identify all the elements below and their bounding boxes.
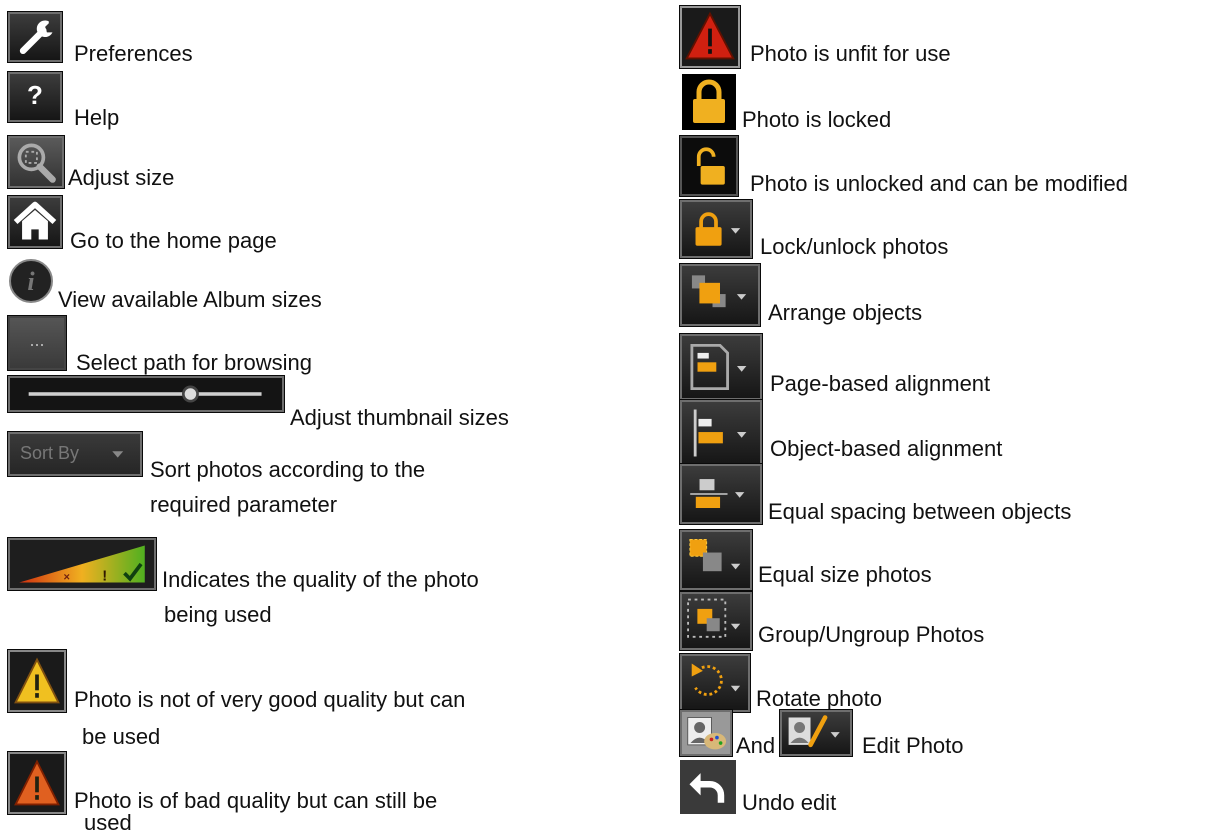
adjust-size-label: Adjust size — [68, 165, 175, 190]
group-button[interactable] — [679, 591, 753, 651]
unlocked-label: Photo is unlocked and can be modified — [750, 171, 1128, 196]
sort-label-line2: required parameter — [150, 492, 338, 517]
warning-orange-icon — [7, 751, 67, 815]
edit-photo-label: Edit Photo — [862, 733, 964, 758]
browse-glyph: ... — [29, 330, 45, 350]
arrange-label: Arrange objects — [768, 300, 923, 325]
bad-label-line2: used — [84, 810, 132, 835]
lock-unlock-label: Lock/unlock photos — [760, 234, 949, 259]
page-align-button[interactable] — [679, 333, 763, 401]
arrange-objects-button[interactable] — [679, 263, 761, 327]
thumb-sizes-label: Adjust thumbnail sizes — [290, 405, 509, 430]
lock-dropdown-button[interactable] — [679, 199, 753, 259]
edit-photo-palette-icon[interactable] — [679, 709, 733, 757]
and-label: And — [736, 733, 776, 758]
quality-label-line1: Indicates the quality of the photo — [162, 567, 479, 592]
error-red-icon — [679, 5, 741, 69]
group-label: Group/Ungroup Photos — [758, 622, 985, 647]
svg-text:×: × — [64, 572, 70, 584]
page-align-label: Page-based alignment — [770, 371, 991, 396]
preferences-label: Preferences — [74, 41, 193, 66]
equal-size-label: Equal size photos — [758, 562, 932, 587]
magnifier-icon[interactable] — [7, 135, 65, 189]
thumbnail-size-slider[interactable] — [7, 375, 285, 413]
locked-label: Photo is locked — [742, 107, 892, 132]
help-icon[interactable]: ? — [7, 71, 63, 123]
help-glyph: ? — [27, 80, 43, 110]
rotate-button[interactable] — [679, 653, 751, 713]
svg-text:!: ! — [102, 569, 107, 585]
info-icon[interactable]: i — [6, 256, 56, 306]
quality-meter: ×! — [7, 537, 157, 591]
svg-text:i: i — [27, 267, 35, 296]
equal-spacing-button[interactable] — [679, 463, 763, 525]
equal-size-button[interactable] — [679, 529, 753, 591]
browse-path-label: Select path for browsing — [76, 350, 313, 375]
object-align-label: Object-based alignment — [770, 436, 1003, 461]
not-good-label-line1: Photo is not of very good quality but ca… — [74, 687, 466, 712]
home-label: Go to the home page — [70, 228, 277, 253]
browse-button[interactable]: ... — [7, 315, 67, 371]
album-sizes-label: View available Album sizes — [58, 287, 322, 312]
equal-spacing-label: Equal spacing between objects — [768, 499, 1072, 524]
sort-label-line1: Sort photos according to the — [150, 457, 426, 482]
undo-icon[interactable] — [680, 760, 736, 814]
wrench-icon[interactable] — [7, 11, 63, 63]
lock-open-icon — [679, 135, 739, 197]
undo-label: Undo edit — [742, 790, 837, 815]
home-icon[interactable] — [7, 195, 63, 249]
sort-by-dropdown[interactable]: Sort By — [7, 431, 143, 477]
help-label: Help — [74, 105, 120, 130]
not-good-label-line2: be used — [82, 724, 161, 749]
unfit-label: Photo is unfit for use — [750, 41, 951, 66]
quality-label-line2: being used — [164, 602, 272, 627]
warning-yellow-icon — [7, 649, 67, 713]
edit-photo-brush-button[interactable] — [779, 709, 853, 757]
object-align-button[interactable] — [679, 399, 763, 467]
lock-closed-icon — [682, 74, 736, 130]
